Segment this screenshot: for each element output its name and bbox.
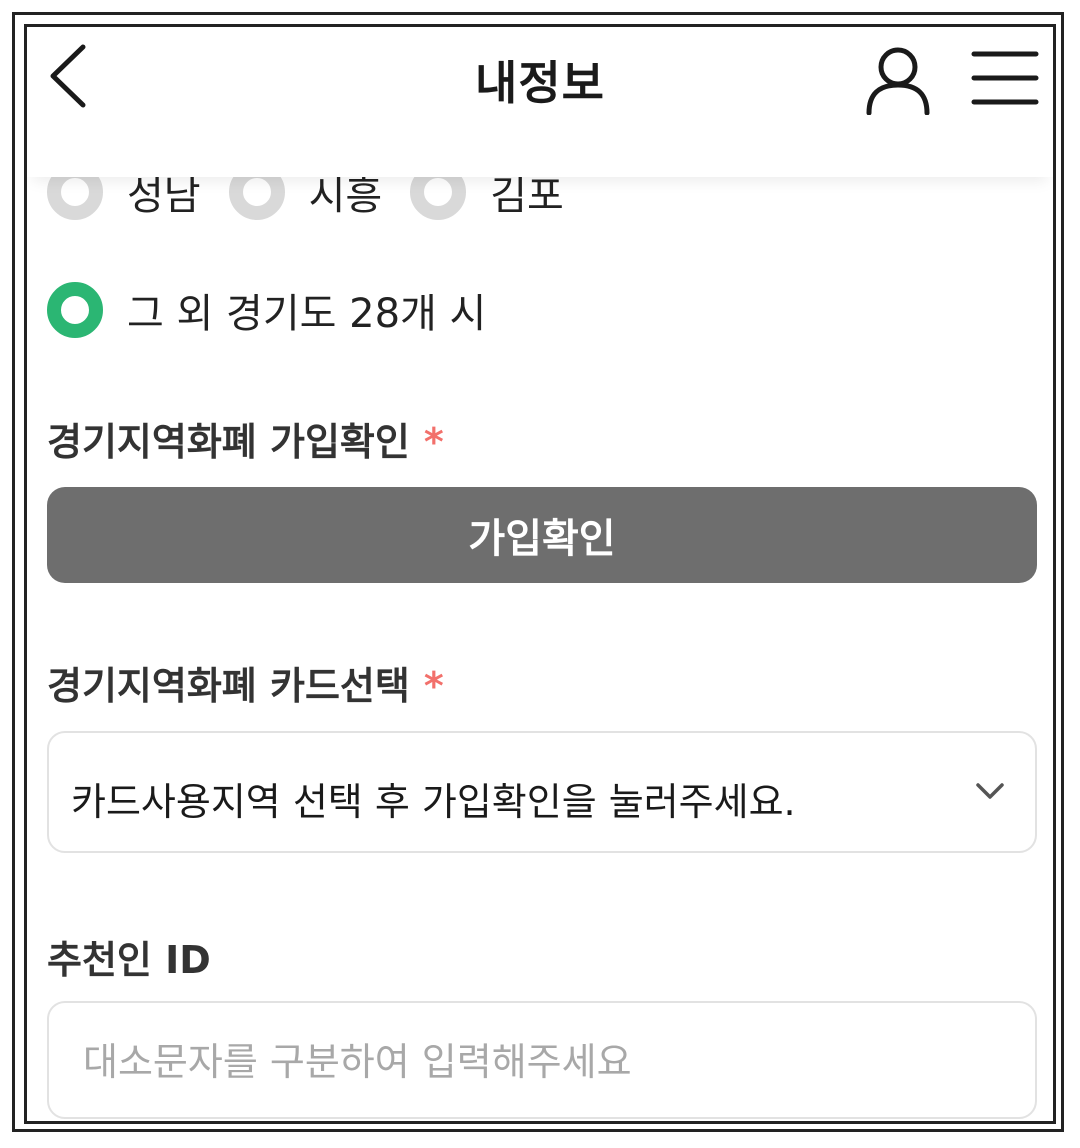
radio-circle-checked[interactable] [47,282,103,338]
referrer-id-input[interactable] [81,1031,1005,1093]
hamburger-menu-icon[interactable] [971,49,1039,107]
required-mark: * [423,420,444,464]
membership-confirm-button[interactable]: 가입확인 [47,487,1037,583]
card-select-label: 경기지역화폐 카드선택 * [47,655,444,710]
required-mark: * [423,664,444,708]
region-radio-row-other: 그 외 경기도 28개 시 [47,281,514,339]
radio-option-other[interactable]: 그 외 경기도 28개 시 [47,281,486,339]
screen-frame: 성남 시흥 김포 그 외 경기도 28개 시 경기지역화폐 가입확인 * 가입확… [24,24,1056,1124]
screen: 성남 시흥 김포 그 외 경기도 28개 시 경기지역화폐 가입확인 * 가입확… [27,27,1053,1121]
radio-label: 그 외 경기도 28개 시 [127,291,487,337]
referrer-label: 추천인 ID [47,938,211,982]
card-select-dropdown[interactable]: 카드사용지역 선택 후 가입확인을 눌러주세요. [47,731,1037,853]
card-select-label-text: 경기지역화폐 카드선택 [47,664,410,708]
chevron-down-icon [976,783,1004,799]
membership-label: 경기지역화폐 가입확인 * [47,411,444,466]
membership-label-text: 경기지역화폐 가입확인 [47,420,410,464]
user-icon[interactable] [863,43,933,115]
card-select-value: 카드사용지역 선택 후 가입확인을 눌러주세요. [71,780,796,824]
app-header: 내정보 [27,27,1053,177]
referrer-input-box [47,1001,1037,1119]
